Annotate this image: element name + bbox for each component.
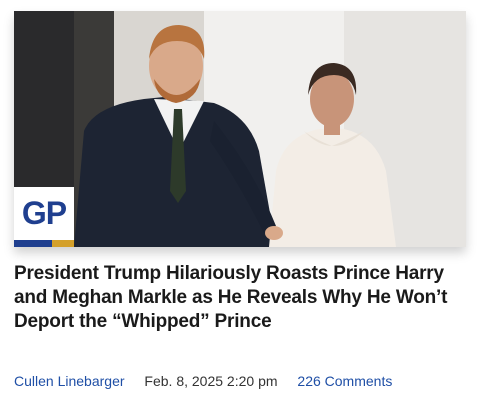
publish-date: Feb. 8, 2025 2:20 pm [144, 373, 278, 389]
article-headline[interactable]: President Trump Hilariously Roasts Princ… [14, 262, 466, 334]
gp-logo-text: GP [21, 195, 67, 231]
article-card: GP President Trump Hilariously Roasts Pr… [0, 0, 479, 402]
article-photo [14, 11, 466, 247]
gp-logo-bar [14, 240, 74, 247]
comments-link[interactable]: 226 Comments [297, 373, 392, 389]
author-link[interactable]: Cullen Linebarger [14, 373, 125, 389]
article-image[interactable] [14, 11, 466, 247]
article-meta: Cullen Linebarger Feb. 8, 2025 2:20 pm 2… [14, 371, 466, 391]
gp-logo-badge: GP [14, 187, 74, 247]
